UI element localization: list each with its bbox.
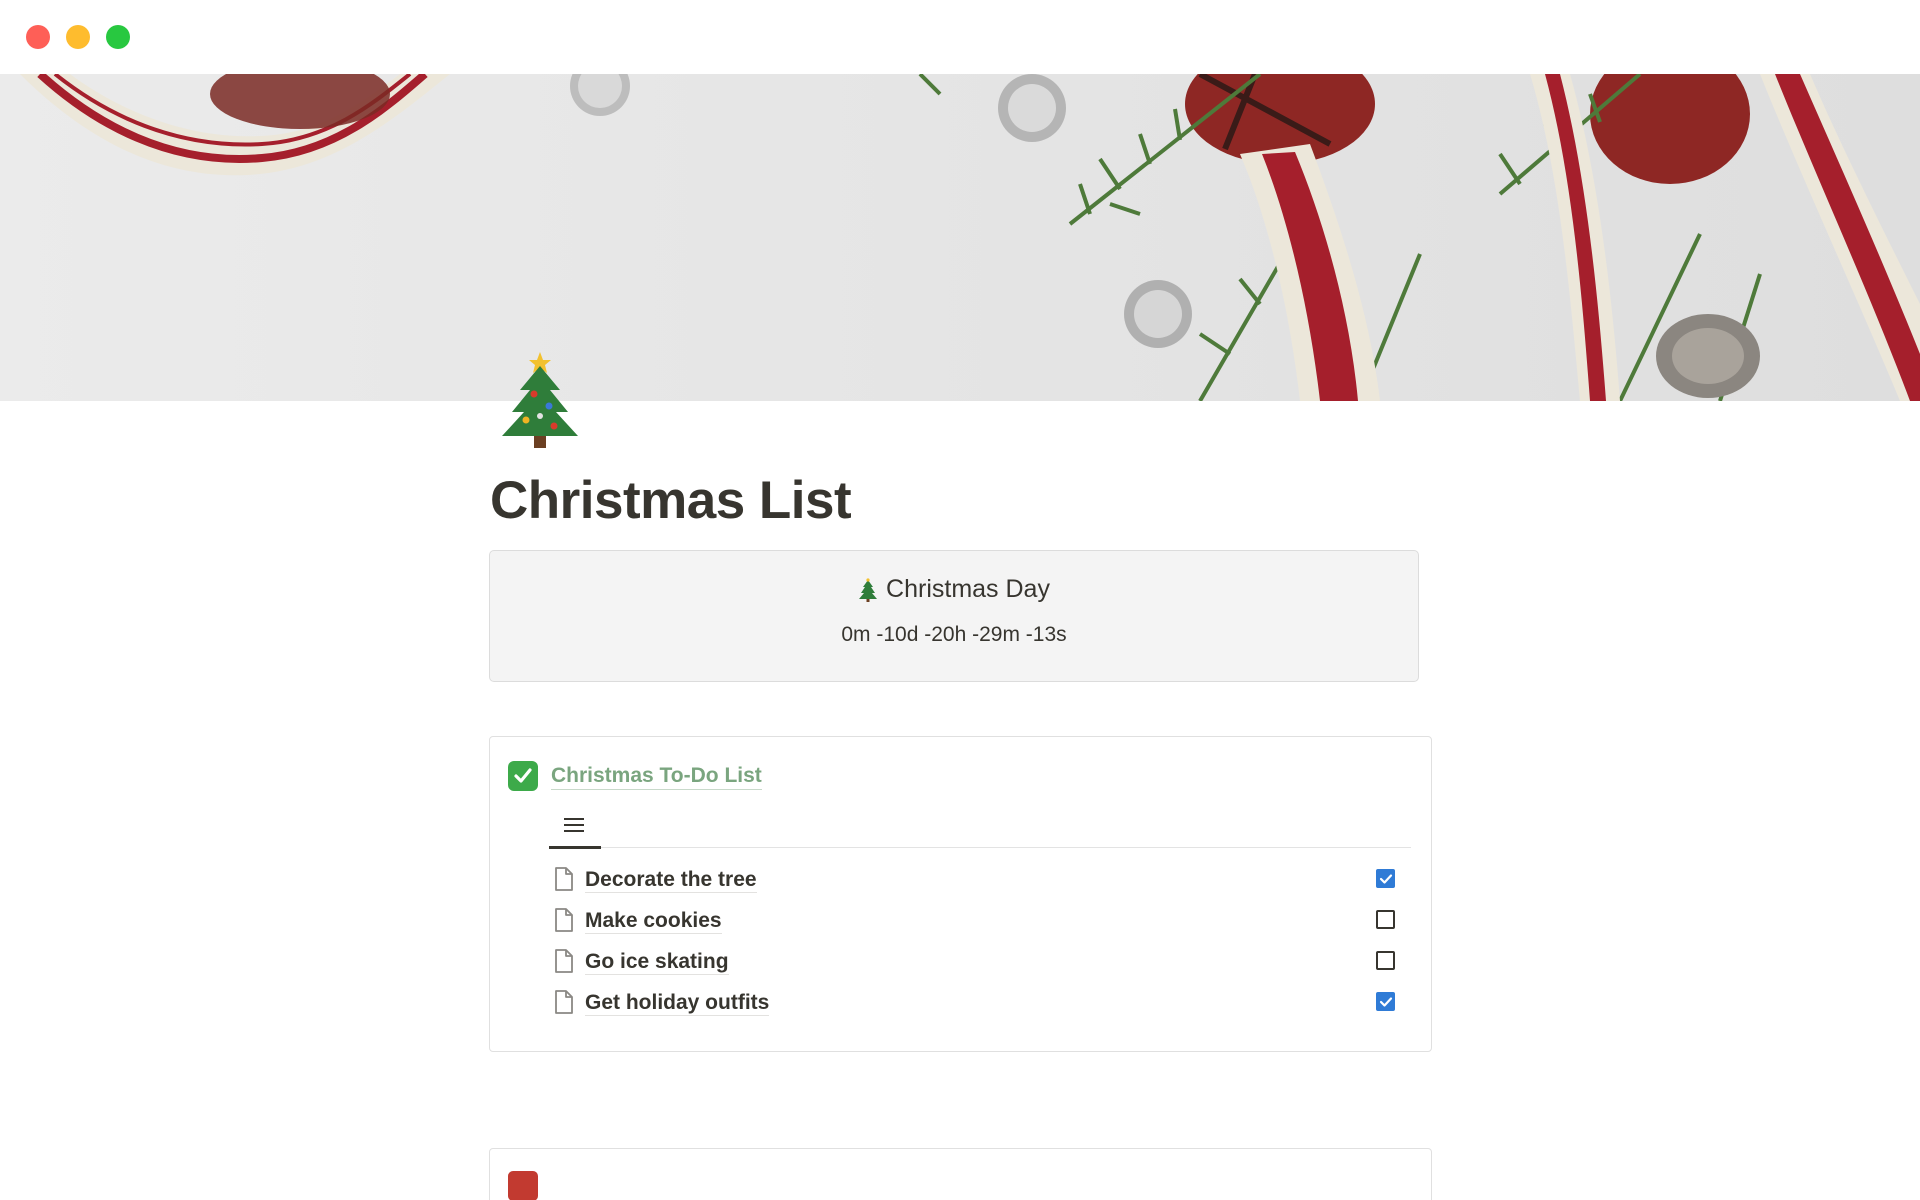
- list-item-title[interactable]: Make cookies: [585, 909, 722, 934]
- countdown-title-text: Christmas Day: [886, 575, 1050, 603]
- page-title[interactable]: Christmas List: [490, 470, 852, 531]
- checkmark-icon: [1379, 873, 1392, 884]
- list-item-title[interactable]: Decorate the tree: [585, 868, 757, 893]
- done-checkbox[interactable]: [1376, 869, 1395, 888]
- cover-illustration: [20, 74, 1920, 401]
- list-item[interactable]: Get holiday outfits: [549, 983, 1409, 1024]
- countdown-remaining: 0m -10d -20h -29m -13s: [841, 623, 1067, 646]
- todo-database: Christmas To-Do List Decorate the tree M…: [489, 736, 1432, 1052]
- wrapped-gift-icon: [508, 1171, 538, 1200]
- done-checkbox[interactable]: [1376, 910, 1395, 929]
- list-item[interactable]: Decorate the tree: [549, 860, 1409, 901]
- page-document-icon: [555, 867, 573, 891]
- countdown-title: Christmas Day: [490, 575, 1418, 604]
- checkmark-icon: [1379, 996, 1392, 1007]
- countdown-widget: Christmas Day 0m -10d -20h -29m -13s: [489, 550, 1419, 682]
- page-document-icon: [555, 990, 573, 1014]
- list-view-icon: [564, 818, 584, 832]
- done-checkbox[interactable]: [1376, 992, 1395, 1011]
- gift-database: [489, 1148, 1432, 1200]
- page-document-icon: [555, 908, 573, 932]
- list-item[interactable]: Go ice skating: [549, 942, 1409, 983]
- minimize-window-button[interactable]: [66, 25, 90, 49]
- done-checkbox[interactable]: [1376, 951, 1395, 970]
- window-titlebar: [0, 0, 1920, 74]
- page-document-icon: [555, 949, 573, 973]
- active-view-indicator: [549, 846, 601, 849]
- close-window-button[interactable]: [26, 25, 50, 49]
- list-view-tab[interactable]: [549, 803, 601, 849]
- zoom-window-button[interactable]: [106, 25, 130, 49]
- view-tabs-divider: [549, 847, 1411, 848]
- check-mark-button-icon: [508, 761, 538, 791]
- list-item-title[interactable]: Go ice skating: [585, 950, 729, 975]
- database-title-link[interactable]: Christmas To-Do List: [551, 763, 762, 790]
- christmas-tree-icon: [858, 577, 878, 602]
- list-item-title[interactable]: Get holiday outfits: [585, 991, 770, 1016]
- page-cover-image[interactable]: [0, 74, 1920, 401]
- list-item[interactable]: Make cookies: [549, 901, 1409, 942]
- christmas-tree-icon[interactable]: [494, 344, 586, 452]
